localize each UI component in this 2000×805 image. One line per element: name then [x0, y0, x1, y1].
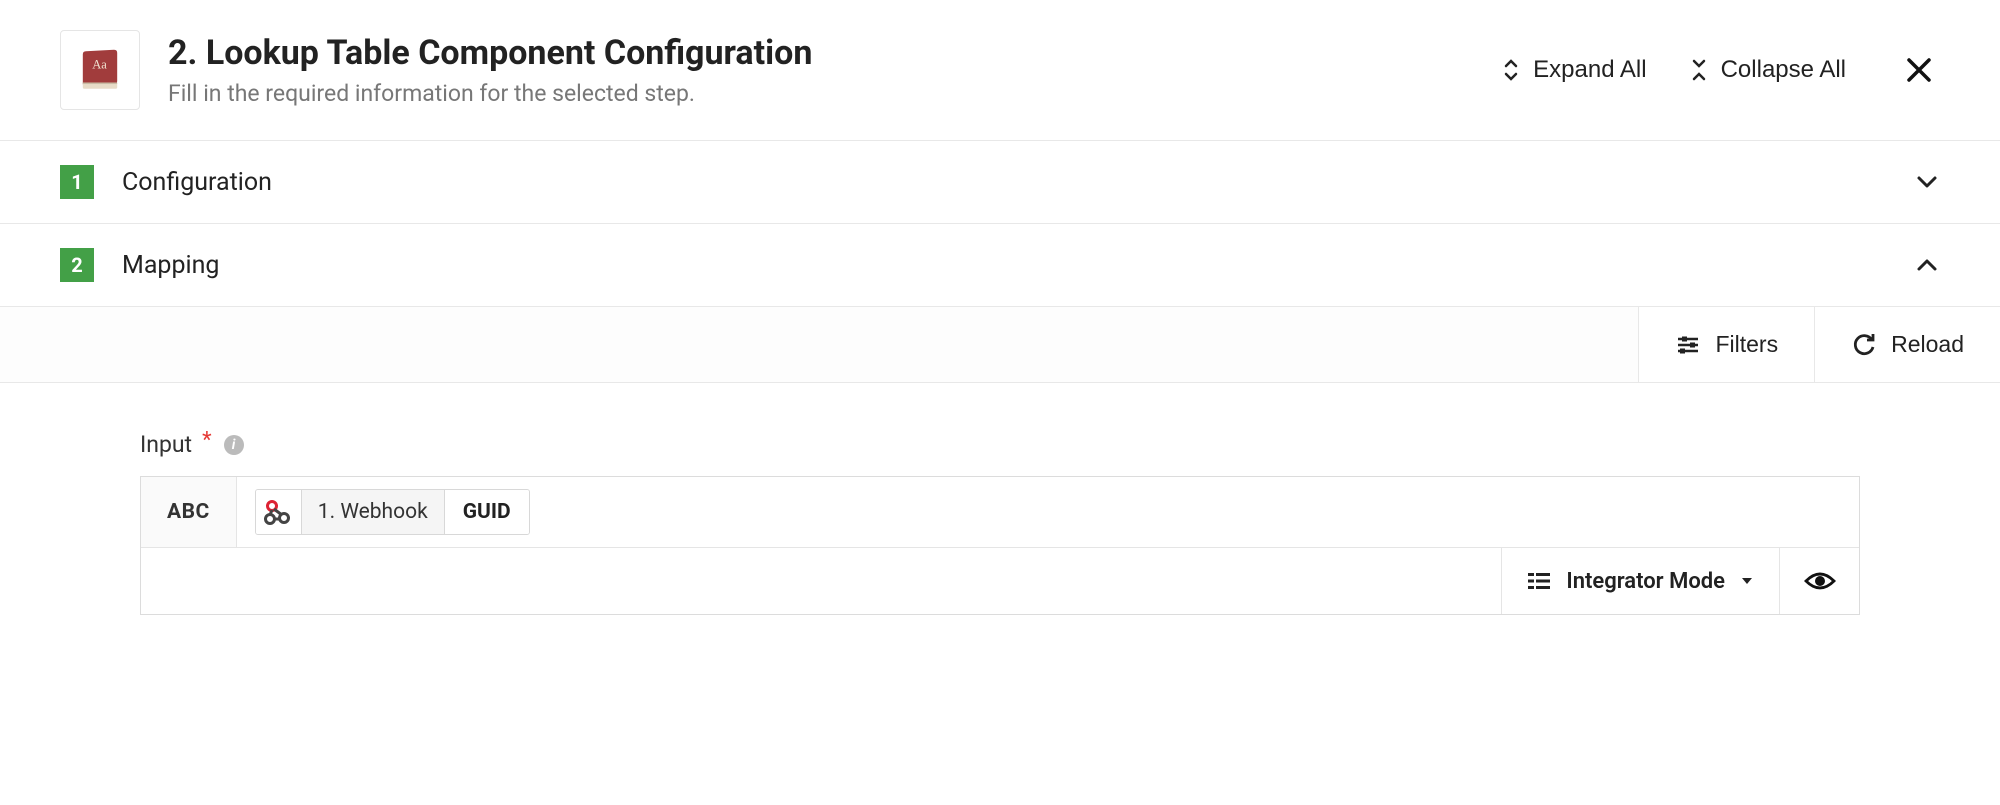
section-number-badge: 1: [60, 165, 94, 199]
panel-header: Aa 2. Lookup Table Component Configurati…: [0, 0, 2000, 141]
mode-icon: [1526, 570, 1552, 592]
close-button[interactable]: [1898, 49, 1940, 91]
reload-button[interactable]: Reload: [1814, 307, 2000, 382]
chip-step-label: 1. Webhook: [302, 490, 445, 534]
header-actions: Expand All Collapse All: [1501, 49, 1940, 91]
header-text: 2. Lookup Table Component Configuration …: [168, 33, 1471, 107]
mode-label: Integrator Mode: [1566, 569, 1725, 594]
section-title: Mapping: [122, 251, 1914, 280]
expand-all-button[interactable]: Expand All: [1501, 56, 1646, 84]
eye-icon: [1804, 569, 1836, 593]
preview-button[interactable]: [1779, 548, 1859, 614]
type-indicator: ABC: [141, 477, 237, 547]
component-icon: Aa: [60, 30, 140, 110]
mapping-input[interactable]: 1. Webhook GUID: [237, 477, 1859, 547]
panel-title: 2. Lookup Table Component Configuration: [168, 33, 1471, 74]
webhook-icon: [256, 489, 302, 535]
input-label-row: Input * i: [0, 383, 2000, 476]
collapse-all-label: Collapse All: [1721, 56, 1846, 84]
reload-label: Reload: [1891, 331, 1964, 358]
section-mapping[interactable]: 2 Mapping: [0, 224, 2000, 307]
svg-text:Aa: Aa: [92, 57, 107, 71]
book-icon: Aa: [75, 45, 125, 95]
input-footer: Integrator Mode: [141, 548, 1859, 614]
reload-icon: [1851, 332, 1877, 358]
section-number-badge: 2: [60, 248, 94, 282]
section-title: Configuration: [122, 168, 1914, 197]
collapse-all-button[interactable]: Collapse All: [1689, 56, 1846, 84]
input-label: Input: [140, 431, 192, 458]
mapping-chip[interactable]: 1. Webhook GUID: [255, 489, 530, 535]
expand-icon: [1501, 58, 1521, 82]
mode-selector[interactable]: Integrator Mode: [1501, 548, 1779, 614]
input-row: ABC 1. Webhook GUID: [141, 477, 1859, 548]
filters-icon: [1675, 332, 1701, 358]
input-field-box: ABC 1. Webhook GUID: [140, 476, 1860, 615]
required-indicator: *: [202, 428, 211, 453]
section-configuration[interactable]: 1 Configuration: [0, 141, 2000, 224]
expand-all-label: Expand All: [1533, 56, 1646, 84]
info-icon[interactable]: i: [224, 435, 244, 455]
collapse-icon: [1689, 58, 1709, 82]
config-panel: Aa 2. Lookup Table Component Configurati…: [0, 0, 2000, 805]
chevron-down-icon: [1914, 169, 1940, 195]
filters-button[interactable]: Filters: [1638, 307, 1814, 382]
mapping-toolbar: Filters Reload: [0, 307, 2000, 383]
close-icon: [1904, 55, 1934, 85]
panel-subtitle: Fill in the required information for the…: [168, 80, 1471, 107]
chip-field-label: GUID: [445, 490, 529, 534]
chevron-up-icon: [1914, 252, 1940, 278]
filters-label: Filters: [1715, 331, 1778, 358]
dropdown-caret-icon: [1739, 573, 1755, 589]
